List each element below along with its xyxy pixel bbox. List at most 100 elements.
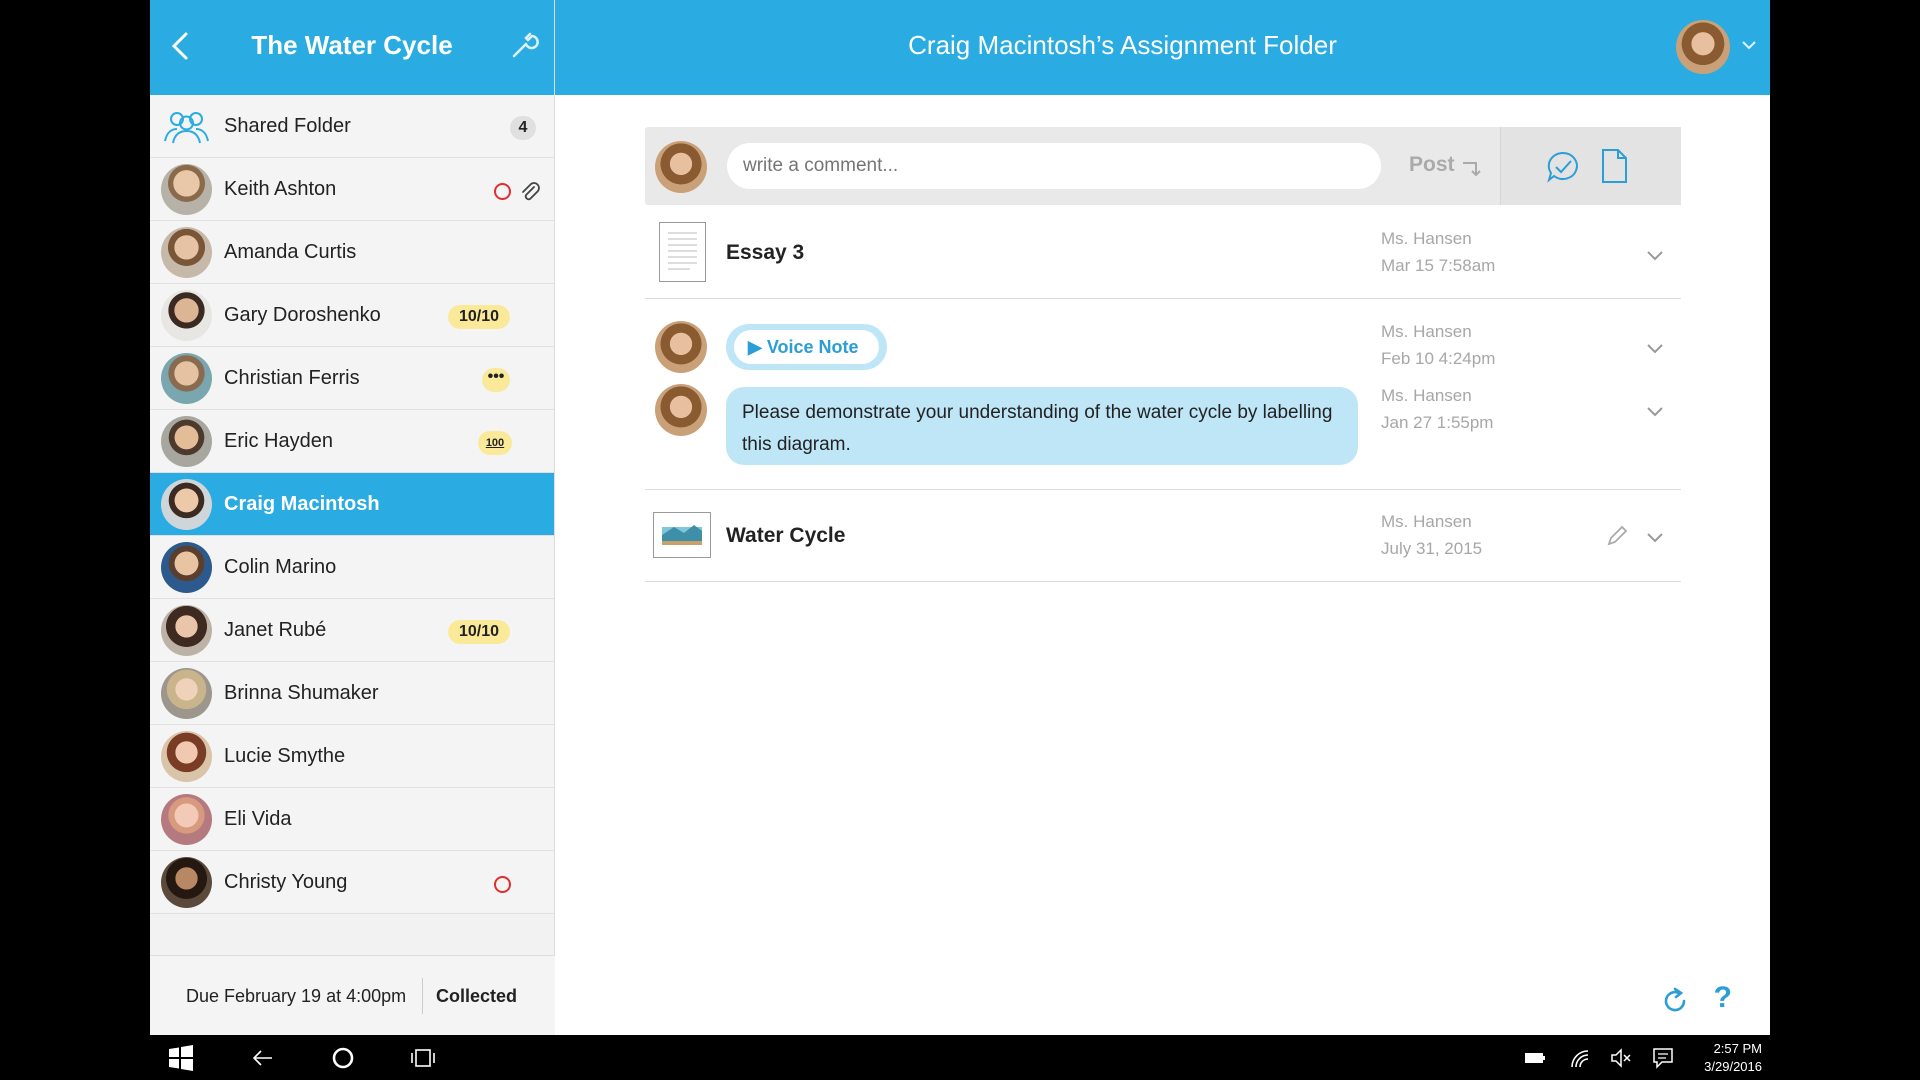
post-button[interactable]: Post [1409, 153, 1455, 177]
avatar [161, 857, 212, 908]
back-arrow-icon[interactable] [250, 1045, 276, 1071]
taskbar: 2:57 PM 3/29/2016 [150, 1035, 1770, 1080]
sidebar-item-student[interactable]: Lucie Smythe [150, 725, 554, 788]
item-meta: Ms. Hansen Feb 10 4:24pm [1381, 318, 1495, 372]
footer-divider [422, 978, 423, 1014]
clock-date: 3/29/2016 [1704, 1059, 1762, 1074]
sidebar-item-student[interactable]: Brinna Shumaker [150, 662, 554, 725]
document-icon[interactable] [1600, 148, 1628, 184]
sidebar-item-label: Lucie Smythe [224, 745, 346, 767]
sidebar-item-label: Amanda Curtis [224, 241, 357, 263]
windows-icon[interactable] [168, 1045, 194, 1071]
group-icon [164, 112, 209, 144]
system-clock[interactable]: 2:57 PM 3/29/2016 [1704, 1040, 1762, 1076]
item-meta: Ms. Hansen July 31, 2015 [1381, 508, 1482, 562]
composer-actions [1500, 127, 1681, 205]
item-author: Ms. Hansen [1381, 512, 1472, 531]
assignment-folder: Craig Macintosh’s Assignment Folder Post… [555, 0, 1770, 1035]
refresh-icon[interactable] [1662, 985, 1690, 1015]
sidebar-item-label: Janet Rubé [224, 619, 327, 641]
sidebar-item-label: Christian Ferris [224, 367, 360, 389]
avatar [161, 668, 212, 719]
student-sidebar: The Water Cycle Shared Folder 4 Keith As… [150, 0, 555, 1035]
sidebar-item-student[interactable]: Eric Hayden 100 [150, 410, 554, 473]
grade-badge: 10/10 [448, 305, 510, 329]
sidebar-item-label: Eli Vida [224, 808, 292, 830]
chevron-down-icon[interactable] [1740, 38, 1758, 52]
sidebar-footer: Due February 19 at 4:00pm Collected [150, 955, 555, 1035]
chevron-down-icon[interactable] [1645, 404, 1665, 418]
assignment-title: The Water Cycle [251, 30, 453, 60]
sidebar-item-student[interactable]: Amanda Curtis [150, 221, 554, 284]
sidebar-item-student[interactable]: Eli Vida [150, 788, 554, 851]
avatar [655, 384, 707, 436]
pencil-icon[interactable] [1605, 524, 1629, 548]
voice-note-button[interactable]: ▶ Voice Note [726, 324, 887, 370]
grade-badge: 10/10 [448, 620, 510, 644]
sidebar-item-label: Keith Ashton [224, 178, 337, 200]
sidebar-item-label: Craig Macintosh [224, 493, 380, 515]
avatar [161, 794, 212, 845]
count-badge: 4 [510, 116, 536, 140]
feed-item-water-cycle[interactable]: Water Cycle Ms. Hansen July 31, 2015 [645, 490, 1681, 582]
feed-item-notes: ▶ Voice Note Ms. Hansen Feb 10 4:24pm Pl… [645, 300, 1681, 490]
collected-status[interactable]: Collected [436, 986, 517, 1007]
avatar [161, 542, 212, 593]
avatar [161, 164, 212, 215]
avatar [161, 479, 212, 530]
item-meta: Ms. Hansen Jan 27 1:55pm [1381, 382, 1493, 436]
chevron-down-icon[interactable] [1645, 341, 1665, 355]
main-header: Craig Macintosh’s Assignment Folder [555, 0, 1770, 95]
help-button[interactable]: ? [1714, 981, 1732, 1015]
pending-badge: ••• [482, 368, 510, 392]
avatar [161, 731, 212, 782]
sidebar-item-student[interactable]: Janet Rubé 10/10 [150, 599, 554, 662]
item-title: Water Cycle [726, 524, 846, 547]
item-title: Essay 3 [726, 241, 805, 264]
item-date: Mar 15 7:58am [1381, 256, 1496, 275]
comment-bubble: Please demonstrate your understanding of… [726, 387, 1358, 465]
sidebar-item-label: Christy Young [224, 871, 348, 893]
chevron-down-icon[interactable] [1645, 530, 1665, 544]
wrench-icon[interactable] [510, 30, 540, 60]
user-avatar[interactable] [1676, 20, 1730, 74]
avatar [161, 290, 212, 341]
due-date: Due February 19 at 4:00pm [186, 986, 407, 1006]
sidebar-item-student-selected[interactable]: Craig Macintosh [150, 473, 554, 536]
battery-icon[interactable] [1522, 1045, 1548, 1071]
comment-composer: Post [645, 127, 1681, 205]
item-author: Ms. Hansen [1381, 386, 1472, 405]
task-view-icon[interactable] [410, 1045, 436, 1071]
avatar [161, 416, 212, 467]
wifi-icon[interactable] [1566, 1045, 1592, 1071]
post-arrow-icon [1463, 162, 1481, 177]
avatar [161, 605, 212, 656]
notifications-icon[interactable] [1650, 1045, 1676, 1071]
chevron-down-icon[interactable] [1645, 248, 1665, 262]
voice-note-text: Voice Note [766, 337, 859, 357]
item-date: Feb 10 4:24pm [1381, 349, 1496, 368]
item-date: July 31, 2015 [1381, 539, 1483, 558]
sidebar-item-label: Shared Folder [224, 115, 351, 137]
unread-ring-icon [494, 876, 511, 893]
avatar [655, 321, 707, 373]
item-date: Jan 27 1:55pm [1381, 413, 1494, 432]
sidebar-item-student[interactable]: Christian Ferris ••• [150, 347, 554, 410]
volume-muted-icon[interactable] [1608, 1045, 1634, 1071]
comment-input[interactable] [727, 143, 1381, 189]
sidebar-item-shared-folder[interactable]: Shared Folder 4 [150, 95, 554, 158]
voice-note-label: ▶ Voice Note [734, 330, 879, 364]
sidebar-item-student[interactable]: Colin Marino [150, 536, 554, 599]
paperclip-icon [522, 182, 540, 201]
unread-ring-icon [494, 183, 511, 200]
sidebar-item-student[interactable]: Gary Doroshenko 10/10 [150, 284, 554, 347]
item-author: Ms. Hansen [1381, 229, 1472, 248]
sidebar-item-student[interactable]: Keith Ashton [150, 158, 554, 221]
feed-item-essay[interactable]: Essay 3 Ms. Hansen Mar 15 7:58am [645, 213, 1681, 299]
search-circle-icon[interactable] [330, 1045, 356, 1071]
item-author: Ms. Hansen [1381, 322, 1472, 341]
avatar [655, 141, 707, 193]
chat-check-icon[interactable] [1545, 149, 1581, 185]
sidebar-item-student[interactable]: Christy Young [150, 851, 554, 914]
avatar [161, 353, 212, 404]
